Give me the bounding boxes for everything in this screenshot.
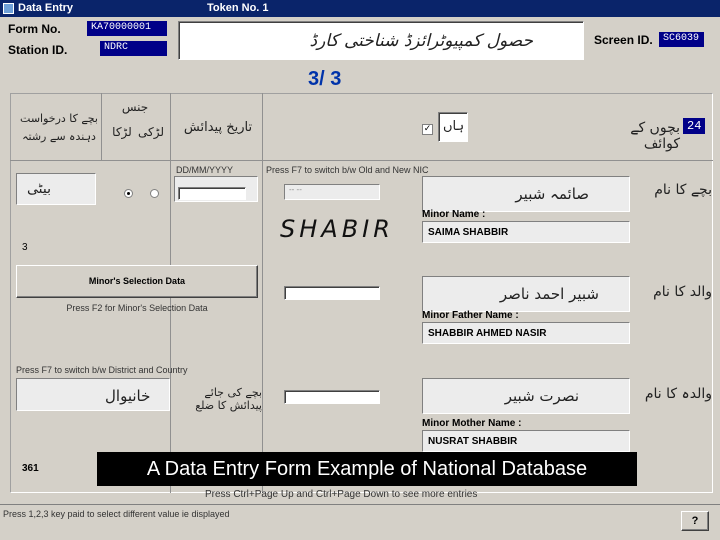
father-name-urdu-field[interactable]: شبیر احمد ناصر [422, 276, 630, 312]
children-count: 24 [683, 118, 705, 134]
has-children-checkbox[interactable]: ✓ [422, 124, 433, 135]
minor-mother-field[interactable]: NUSRAT SHABBIR [422, 430, 630, 452]
form-title-box: حصول کمپیوٹرائزڈ شناختی کارڈ [178, 21, 584, 60]
page-indicator: 3/ 3 [308, 68, 342, 90]
token-number: Token No. 1 [207, 2, 269, 14]
col-divider-1 [101, 93, 102, 160]
station-id-label: Station ID. [8, 43, 68, 57]
title-bar: Data Entry Token No. 1 [0, 0, 720, 17]
district-switch-hint: Press F7 to switch b/w District and Coun… [16, 365, 188, 375]
dob-input[interactable] [178, 187, 246, 200]
col-dob: تاریخ پیدائش [183, 120, 253, 135]
col-divider-2 [170, 93, 171, 160]
nic-input[interactable]: -- -- [284, 184, 380, 200]
page-nav-hint: Press Ctrl+Page Up and Ctrl+Page Down to… [205, 489, 478, 500]
mother-name-urdu: نصرت شبیر [504, 387, 579, 405]
yes-box: ہاں [438, 112, 468, 142]
birthplace-value: خانیوال [105, 387, 151, 405]
handwritten-name: SHABIR [280, 215, 394, 243]
screen-id-label: Screen ID. [594, 33, 653, 47]
minor-name-label: Minor Name : [422, 209, 486, 220]
screen-id-field[interactable]: SC6039 [659, 32, 704, 47]
dob-outer [174, 176, 258, 202]
minor-mother-label: Minor Mother Name : [422, 418, 522, 429]
row-number: 3 [22, 242, 28, 253]
mother-name-urdu-field[interactable]: نصرت شبیر [422, 378, 630, 414]
minor-selection-button[interactable]: Minor's Selection Data [16, 265, 258, 298]
form-title-urdu: حصول کمپیوٹرائزڈ شناختی کارڈ [309, 31, 534, 51]
gender-boy-radio[interactable] [124, 189, 133, 198]
col-divider-4 [170, 160, 171, 493]
status-bar: Press 1,2,3 key paid to select different… [0, 504, 720, 540]
father-name-label: والد کا نام [653, 284, 712, 300]
app-icon [3, 3, 14, 14]
header-divider [10, 160, 713, 161]
children-details-label: بچوں کے کوائف [630, 120, 680, 152]
form-no-field[interactable]: KA70000001 [87, 21, 167, 36]
minor-father-field[interactable]: SHABBIR AHMED NASIR [422, 322, 630, 344]
col-applicant-relation: بچے کا درخواست دہندہ سے رشتہ [20, 112, 98, 143]
yes-label: ہاں [443, 119, 465, 134]
minor-father-label: Minor Father Name : [422, 310, 519, 321]
help-button[interactable]: ? [681, 511, 709, 531]
dob-format: DD/MM/YYYY [176, 165, 234, 175]
relation-field[interactable]: بیٹی [16, 173, 96, 205]
father-nic-input[interactable] [284, 286, 380, 300]
district-code: 361 [22, 463, 39, 474]
station-id-field[interactable]: NDRC [100, 41, 167, 56]
caption-banner: A Data Entry Form Example of National Da… [97, 452, 637, 486]
window-title: Data Entry [18, 2, 74, 14]
birthplace-field[interactable]: خانیوال [16, 378, 170, 411]
child-name-urdu-field[interactable]: صائمہ شبیر [422, 176, 630, 212]
relation-value: بیٹی [27, 181, 52, 197]
status-text: Press 1,2,3 key paid to select different… [3, 509, 230, 519]
minor-selection-hint: Press F2 for Minor's Selection Data [66, 303, 208, 313]
child-name-urdu: صائمہ شبیر [515, 185, 589, 203]
col-divider-3 [262, 93, 263, 493]
minor-name-field[interactable]: SAIMA SHABBIR [422, 221, 630, 243]
form-no-label: Form No. [8, 22, 61, 36]
child-name-label: بچے کا نام [654, 182, 712, 198]
col-gender: جنس [121, 100, 149, 114]
nic-switch-hint: Press F7 to switch b/w Old and New NIC [266, 165, 429, 175]
mother-name-label: والدہ کا نام [644, 386, 712, 402]
gender-girl-radio[interactable] [150, 189, 159, 198]
father-name-urdu: شبیر احمد ناصر [499, 285, 599, 303]
col-girl: لڑکی [138, 125, 164, 139]
birthplace-label: بچے کی جائے پیدائش کا ضلع [195, 386, 262, 412]
mother-nic-input[interactable] [284, 390, 380, 404]
col-boy: لڑکا [112, 125, 132, 139]
